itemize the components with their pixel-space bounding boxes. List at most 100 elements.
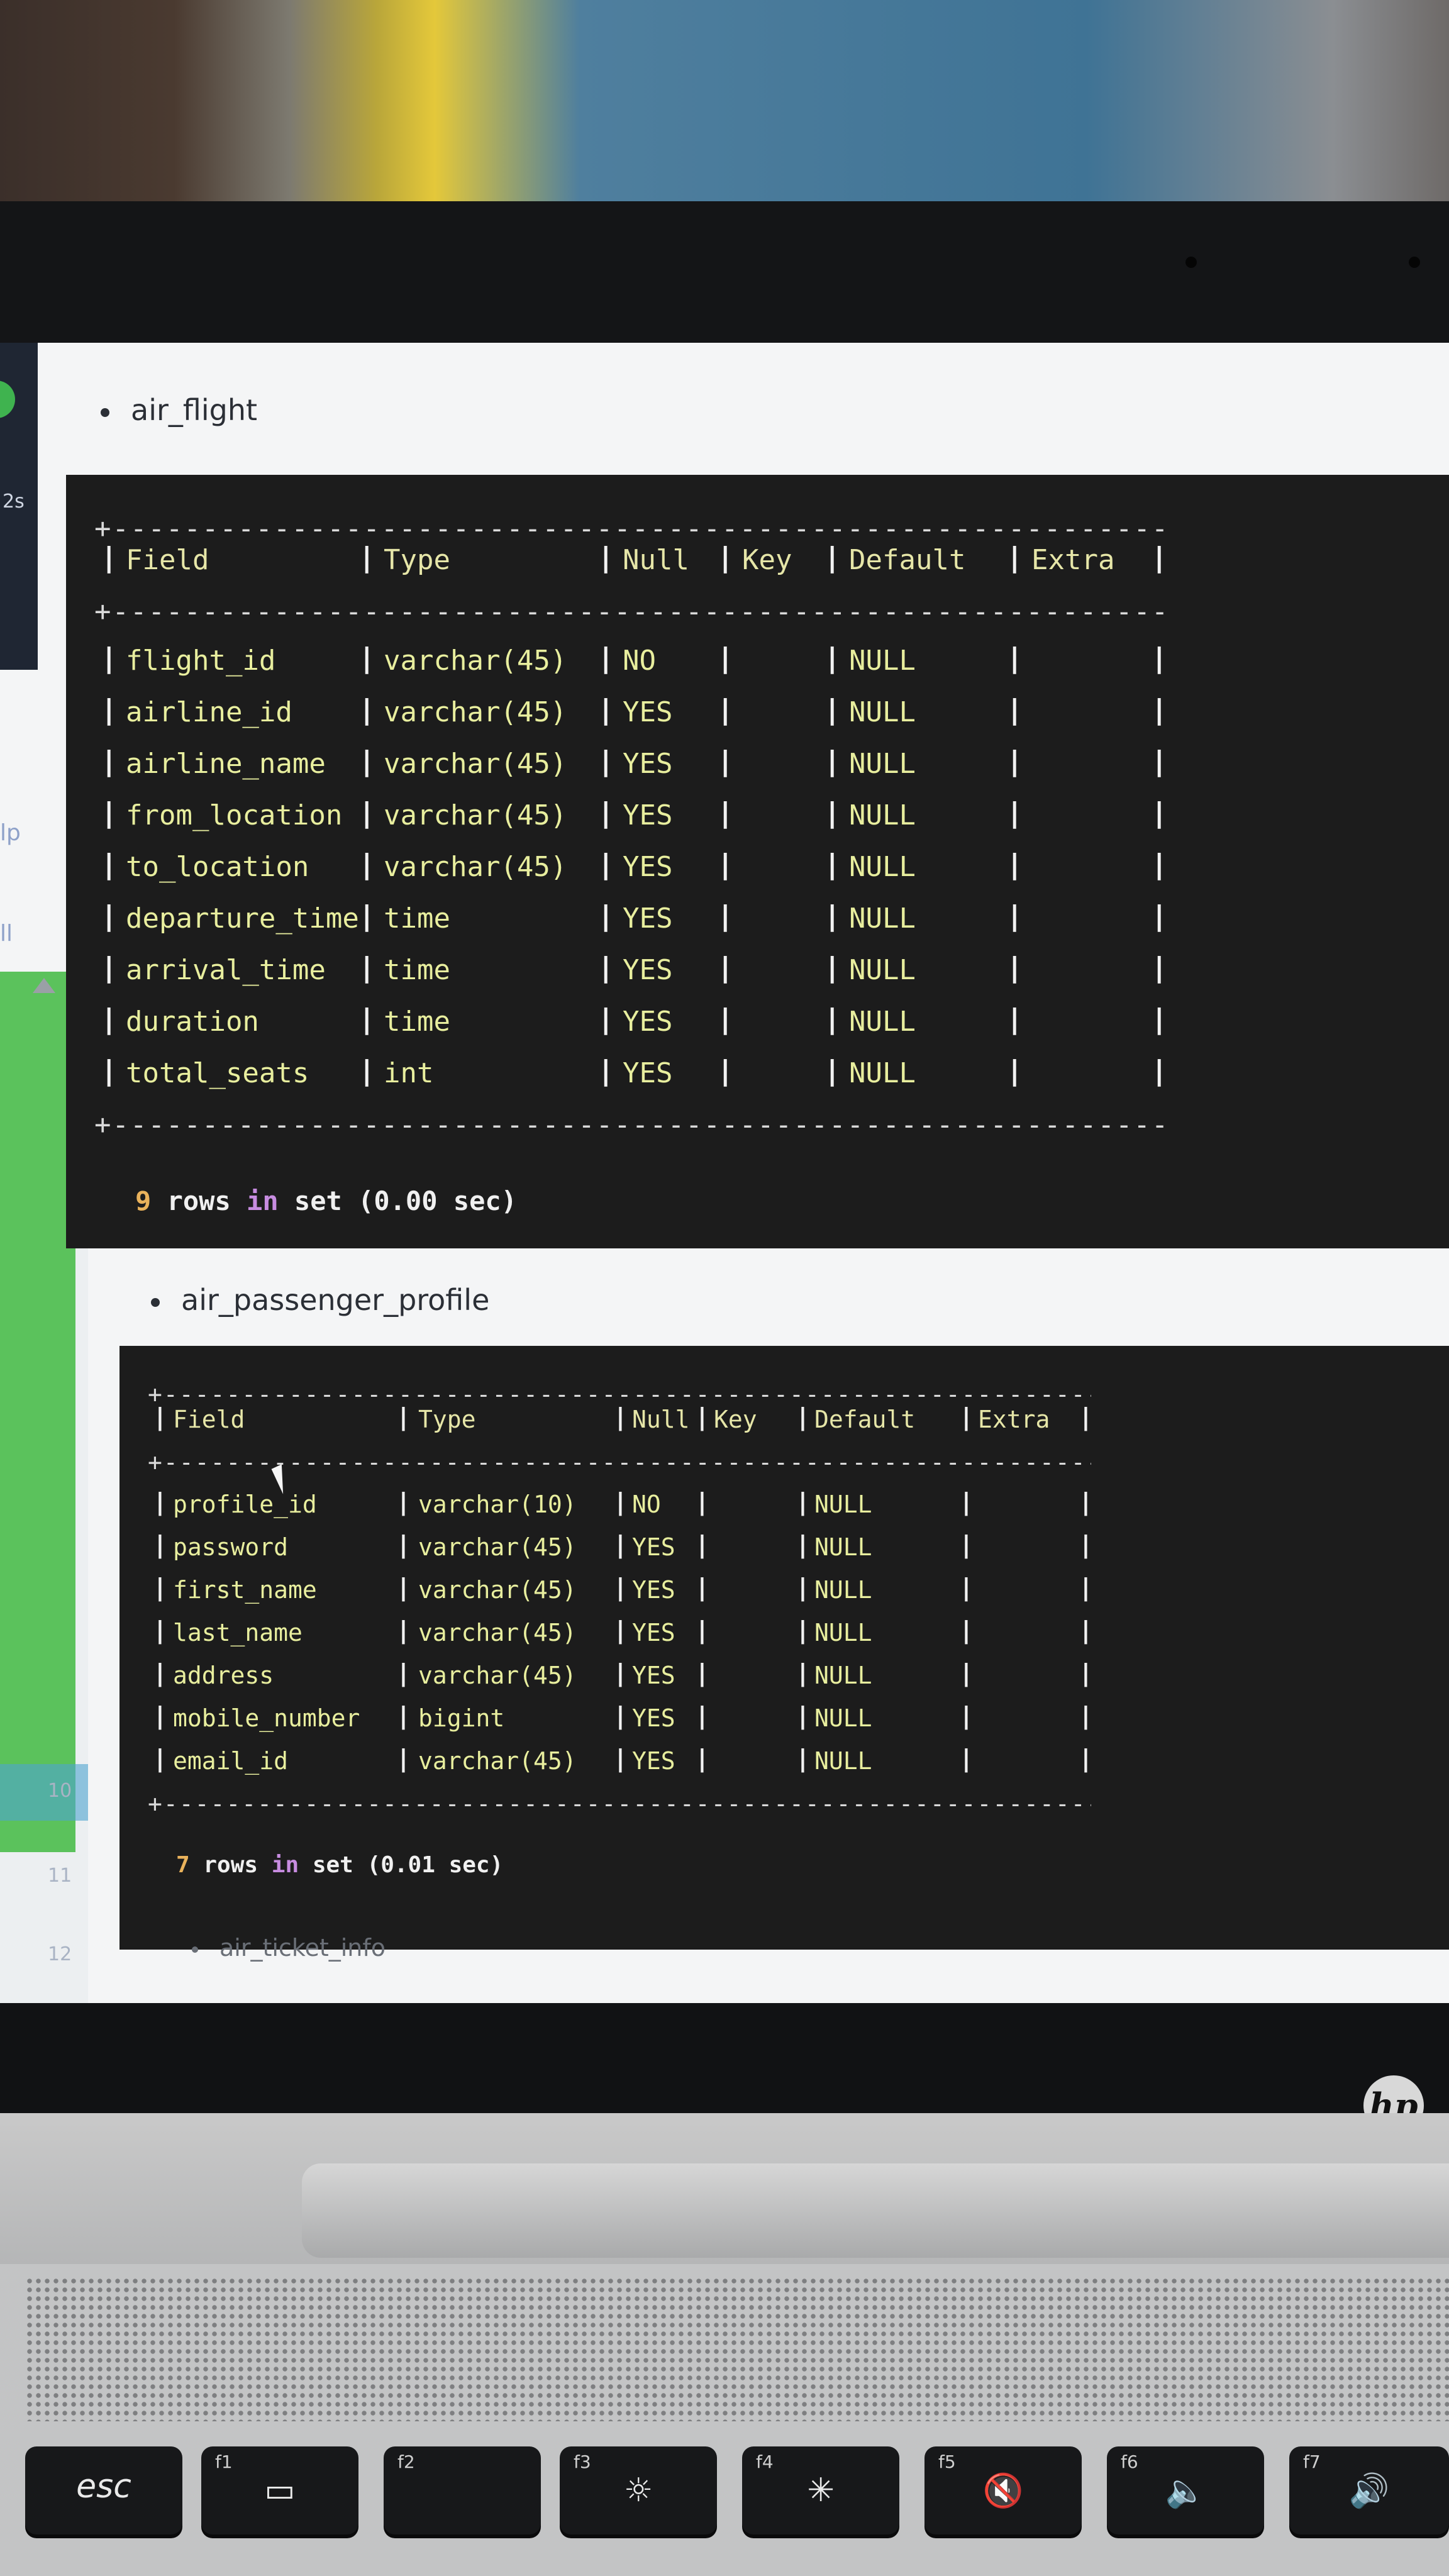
- column-header: Null: [623, 544, 689, 576]
- column-separator: |: [597, 1003, 614, 1035]
- column-separator: |: [959, 1745, 974, 1772]
- column-separator: |: [396, 1403, 411, 1431]
- table-cell: varchar(10): [418, 1491, 577, 1518]
- column-separator: |: [1006, 848, 1023, 880]
- column-separator: |: [597, 1055, 614, 1087]
- column-separator: |: [358, 745, 375, 777]
- column-header: Type: [418, 1406, 476, 1433]
- column-separator: |: [358, 797, 375, 829]
- column-separator: |: [1079, 1574, 1093, 1601]
- column-separator: |: [717, 797, 734, 829]
- section-title: air_ticket_info: [192, 1934, 386, 1962]
- table-cell: NO: [632, 1491, 661, 1518]
- column-separator: |: [597, 642, 614, 674]
- table-cell: varchar(45): [384, 696, 567, 728]
- sidebar-label[interactable]: ll: [0, 884, 21, 984]
- table-row: | | | | | | | arrival_time time YES NULL: [94, 952, 1168, 1004]
- column-separator: |: [959, 1574, 974, 1601]
- table-cell: email_id: [173, 1747, 289, 1775]
- table-row: | | | | | | | from_location varchar(45) YES NULL: [94, 797, 1168, 850]
- table-cell: YES: [632, 1704, 675, 1732]
- hinge-cover: [302, 2163, 1449, 2258]
- column-separator: |: [1006, 797, 1023, 829]
- footer-word: set: [312, 1852, 353, 1878]
- column-separator: |: [695, 1531, 709, 1558]
- column-separator: |: [824, 1003, 841, 1035]
- column-separator: |: [101, 694, 118, 726]
- table-cell: arrival_time: [126, 954, 326, 986]
- column-separator: |: [959, 1616, 974, 1644]
- column-separator: |: [1151, 1055, 1168, 1087]
- column-separator: |: [396, 1531, 411, 1558]
- webcam-icon: [1185, 257, 1197, 268]
- table-cell: NULL: [814, 1619, 872, 1646]
- f2-key[interactable]: f2: [384, 2446, 541, 2534]
- column-separator: |: [613, 1745, 628, 1772]
- column-separator: |: [396, 1659, 411, 1687]
- column-separator: |: [1006, 541, 1023, 574]
- esc-key[interactable]: esc: [25, 2446, 182, 2534]
- f5-key[interactable]: f5 🔇: [924, 2446, 1082, 2534]
- table-row: | | | | | | | duration time YES NULL: [94, 1003, 1168, 1056]
- f1-key-icon: ▭: [264, 2472, 296, 2509]
- table-border: +---------------------------------------…: [94, 1109, 1163, 1141]
- sidebar-label[interactable]: lp: [0, 783, 21, 884]
- f6-key[interactable]: f6 🔈: [1107, 2446, 1264, 2534]
- table-border: +---------------------------------------…: [148, 1790, 1091, 1818]
- status-avatar[interactable]: [0, 380, 15, 418]
- column-separator: |: [358, 952, 375, 984]
- column-separator: |: [717, 1003, 734, 1035]
- table-cell: NULL: [849, 799, 916, 831]
- column-separator: |: [717, 642, 734, 674]
- column-separator: |: [796, 1745, 810, 1772]
- column-separator: |: [396, 1616, 411, 1644]
- footer-word: rows: [203, 1852, 258, 1878]
- column-separator: |: [824, 541, 841, 574]
- column-separator: |: [613, 1659, 628, 1687]
- column-separator: |: [695, 1488, 709, 1516]
- scroll-up-icon[interactable]: [33, 978, 55, 993]
- table-cell: YES: [623, 748, 673, 780]
- query-footer: 7 rows in set (0.01 sec): [176, 1852, 503, 1878]
- table-cell: YES: [623, 902, 673, 935]
- table-cell: address: [173, 1662, 274, 1689]
- column-separator: |: [717, 541, 734, 574]
- column-separator: |: [1151, 694, 1168, 726]
- column-separator: |: [824, 694, 841, 726]
- column-separator: |: [101, 1003, 118, 1035]
- column-separator: |: [101, 642, 118, 674]
- table-cell: YES: [623, 851, 673, 883]
- key-label: f7: [1303, 2451, 1321, 2472]
- table-cell: varchar(45): [384, 799, 567, 831]
- bullet-icon: [101, 408, 109, 417]
- section-title: air_passenger_profile: [151, 1283, 489, 1317]
- column-separator: |: [695, 1659, 709, 1687]
- column-separator: |: [959, 1659, 974, 1687]
- table-cell: NULL: [814, 1491, 872, 1518]
- column-separator: |: [396, 1488, 411, 1516]
- column-separator: |: [717, 900, 734, 932]
- sidebar-labels: lp ll: [0, 783, 21, 984]
- table-cell: password: [173, 1533, 289, 1561]
- table-cell: flight_id: [126, 645, 276, 677]
- table-cell: NULL: [814, 1533, 872, 1561]
- column-separator: |: [695, 1702, 709, 1729]
- table-row: | | | | | | | total_seats int YES NULL: [94, 1055, 1168, 1108]
- column-separator: |: [597, 952, 614, 984]
- f4-key[interactable]: f4 ✳: [742, 2446, 899, 2534]
- table-cell: varchar(45): [418, 1619, 577, 1646]
- table-cell: NULL: [849, 696, 916, 728]
- table-cell: NO: [623, 645, 656, 677]
- screen-bezel-top: [0, 201, 1449, 346]
- f7-key[interactable]: f7 🔊: [1289, 2446, 1449, 2534]
- column-separator: |: [1151, 848, 1168, 880]
- table-cell: NULL: [849, 851, 916, 883]
- table-cell: varchar(45): [418, 1533, 577, 1561]
- table-cell: NULL: [814, 1747, 872, 1775]
- table-cell: time: [384, 902, 450, 935]
- f1-key[interactable]: f1 ▭: [201, 2446, 358, 2534]
- f3-key[interactable]: f3 ☼: [560, 2446, 717, 2534]
- table-row: | | | | | | | airline_name varchar(45) YES NULL: [94, 745, 1168, 798]
- esc-key-icon: esc: [76, 2468, 131, 2506]
- table-cell: NULL: [849, 645, 916, 677]
